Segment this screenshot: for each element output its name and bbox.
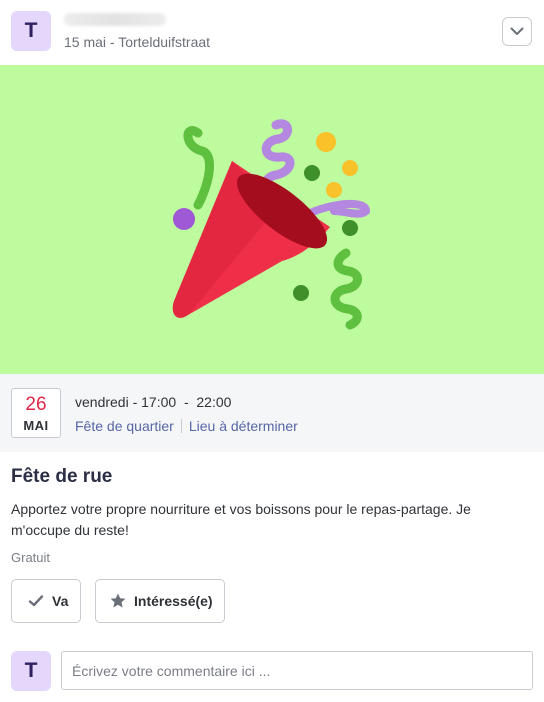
star-icon bbox=[110, 593, 126, 608]
post-header: T 15 mai - Tortelduifstraat bbox=[0, 0, 544, 65]
confetti-streamer bbox=[183, 126, 214, 210]
chevron-down-icon bbox=[510, 27, 524, 35]
event-time: vendredi - 17:00 - 22:00 bbox=[75, 394, 232, 410]
event-title: Fête de rue bbox=[11, 466, 113, 487]
party-popper-icon bbox=[172, 119, 371, 330]
event-tags: Fête de quartier Lieu à déterminer bbox=[75, 418, 298, 434]
interested-button[interactable]: Intéressé(e) bbox=[95, 579, 225, 623]
author-name-redacted[interactable] bbox=[64, 13, 166, 26]
post-menu-button[interactable] bbox=[502, 17, 532, 46]
commenter-avatar[interactable]: T bbox=[11, 651, 51, 691]
confetti-dot bbox=[173, 208, 195, 230]
event-banner bbox=[0, 65, 544, 374]
checkmark-icon bbox=[28, 595, 44, 607]
confetti-dot bbox=[316, 132, 336, 152]
event-day: 26 bbox=[25, 394, 47, 415]
event-price: Gratuit bbox=[11, 550, 51, 565]
confetti-streamer bbox=[330, 248, 362, 330]
confetti-dot bbox=[304, 165, 320, 181]
going-button[interactable]: Va bbox=[11, 579, 81, 623]
author-avatar[interactable]: T bbox=[11, 11, 51, 51]
comment-input[interactable] bbox=[61, 651, 533, 690]
confetti-dot bbox=[342, 160, 358, 176]
event-description: Apportez votre propre nourriture et vos … bbox=[11, 501, 471, 538]
event-month: MAI bbox=[23, 418, 49, 433]
confetti-dot bbox=[293, 285, 309, 301]
event-location-link[interactable]: Lieu à déterminer bbox=[189, 418, 298, 434]
tag-divider bbox=[180, 419, 182, 433]
event-category-link[interactable]: Fête de quartier bbox=[75, 418, 174, 434]
interested-button-label: Intéressé(e) bbox=[134, 593, 213, 609]
going-button-label: Va bbox=[52, 593, 69, 609]
confetti-dot bbox=[342, 220, 358, 236]
event-info-strip: 26 MAI vendredi - 17:00 - 22:00 Fête de … bbox=[0, 374, 544, 452]
confetti-dot bbox=[326, 182, 342, 198]
event-date-badge: 26 MAI bbox=[11, 388, 61, 438]
post-meta: 15 mai - Tortelduifstraat bbox=[64, 34, 211, 50]
